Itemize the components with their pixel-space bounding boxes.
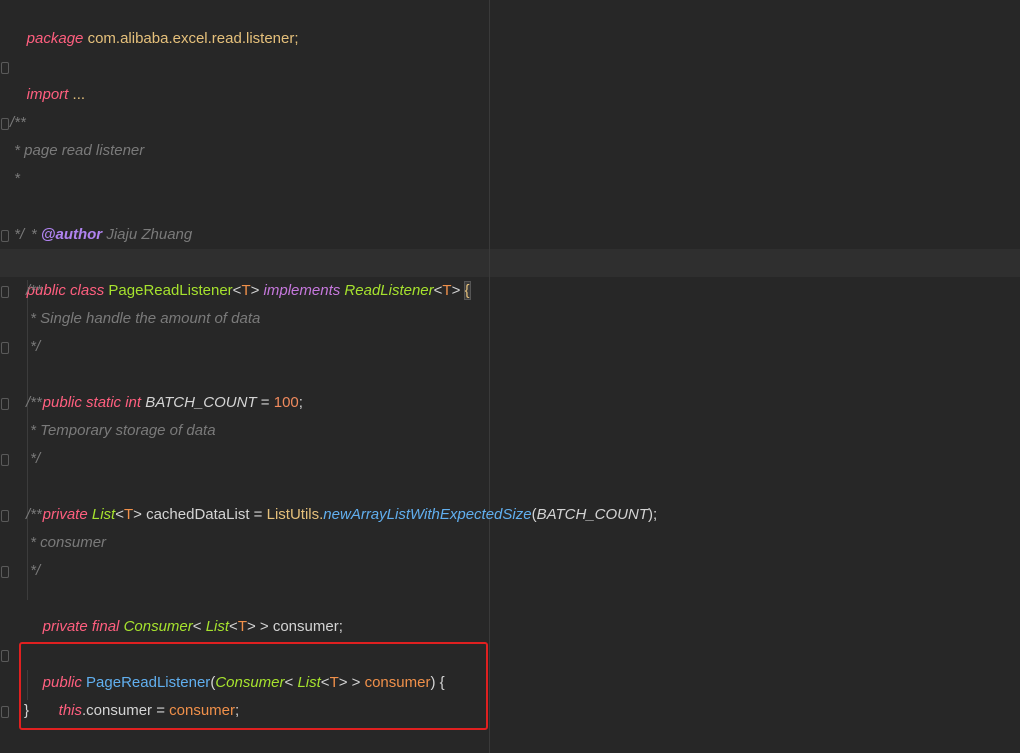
fold-marker-icon[interactable] bbox=[1, 118, 9, 130]
type-name: List bbox=[91, 506, 116, 523]
comment-line: */ bbox=[26, 450, 41, 467]
code-line-class-decl: public class PageReadListener<T> impleme… bbox=[10, 249, 471, 300]
type-param: T bbox=[237, 618, 247, 635]
comment-text: * bbox=[26, 226, 41, 243]
fold-marker-icon[interactable] bbox=[1, 286, 9, 298]
punct: = bbox=[249, 506, 267, 523]
fold-marker-icon[interactable] bbox=[1, 230, 9, 242]
fold-marker-icon[interactable] bbox=[1, 454, 9, 466]
fold-marker-icon[interactable] bbox=[1, 650, 9, 662]
punct: = bbox=[256, 394, 274, 411]
comment-line: /** bbox=[10, 114, 26, 131]
matched-brace: { bbox=[463, 281, 471, 300]
keyword: implements bbox=[263, 282, 341, 299]
punct: > bbox=[250, 282, 260, 299]
fold-marker-icon[interactable] bbox=[1, 398, 9, 410]
right-margin-guide bbox=[489, 0, 490, 753]
class-ref: ListUtils. bbox=[266, 506, 324, 523]
comment-text: Jiaju Zhuang bbox=[102, 226, 193, 243]
comment-line: /** bbox=[26, 394, 42, 411]
code-editor[interactable]: package com.alibaba.excel.read.listener;… bbox=[0, 0, 1020, 753]
class-name: PageReadListener bbox=[108, 282, 233, 299]
punct: ); bbox=[648, 506, 658, 523]
code-line-batch-count: public static int BATCH_COUNT = 100; bbox=[26, 361, 303, 411]
javadoc-tag: @author bbox=[40, 226, 103, 243]
type-param: T bbox=[241, 282, 251, 299]
comment-line: /** bbox=[26, 282, 42, 299]
keyword: public static int bbox=[42, 394, 142, 411]
comment-line: * consumer bbox=[26, 534, 107, 551]
comment-line: * bbox=[10, 170, 21, 187]
field-name: cachedDataList bbox=[146, 506, 250, 523]
fold-marker-icon[interactable] bbox=[1, 510, 9, 522]
keyword: private bbox=[42, 506, 88, 523]
keyword: package bbox=[26, 30, 84, 47]
keyword: class bbox=[70, 282, 105, 299]
punct: > > bbox=[246, 618, 273, 635]
package-name: com.alibaba.excel.read.listener; bbox=[87, 30, 299, 47]
fold-marker-icon[interactable] bbox=[1, 566, 9, 578]
fold-marker-icon[interactable] bbox=[1, 62, 9, 74]
comment-line: * Temporary storage of data bbox=[26, 422, 216, 439]
field-ref: BATCH_COUNT bbox=[536, 506, 648, 523]
punct: > bbox=[451, 282, 461, 299]
fold-marker-icon[interactable] bbox=[1, 706, 9, 718]
type-name: Consumer bbox=[123, 618, 193, 635]
number-literal: 100 bbox=[273, 394, 299, 411]
field-name: consumer; bbox=[272, 618, 343, 635]
keyword: private final bbox=[42, 618, 120, 635]
punct: > bbox=[133, 506, 147, 523]
comment-line: /** bbox=[26, 506, 42, 523]
punct: < bbox=[115, 506, 124, 523]
code-line-consumer-field: private final Consumer< List<T> > consum… bbox=[26, 585, 343, 635]
type-param: T bbox=[442, 282, 452, 299]
field-name: BATCH_COUNT bbox=[145, 394, 257, 411]
code-line-cached-list: private List<T> cachedDataList = ListUti… bbox=[26, 473, 658, 523]
type-param: T bbox=[123, 506, 134, 523]
type-name: List bbox=[205, 618, 230, 635]
annotation-highlight-box bbox=[19, 642, 488, 730]
punct: < bbox=[229, 618, 238, 635]
punct: < bbox=[192, 618, 206, 635]
comment-line: * page read listener bbox=[10, 142, 145, 159]
keyword: import bbox=[26, 86, 69, 103]
interface-name: ReadListener bbox=[344, 282, 434, 299]
code-line-package: package com.alibaba.excel.read.listener; bbox=[10, 0, 299, 47]
punct: ; bbox=[298, 394, 303, 411]
fold-marker-icon[interactable] bbox=[1, 342, 9, 354]
comment-line: */ bbox=[10, 226, 25, 243]
comment-line: */ bbox=[26, 562, 41, 579]
comment-line: * @author Jiaju Zhuang bbox=[10, 193, 192, 243]
method-call: newArrayListWithExpectedSize bbox=[323, 506, 532, 523]
code-line-import: import ... bbox=[10, 53, 85, 103]
comment-line: */ bbox=[26, 338, 41, 355]
comment-line: * Single handle the amount of data bbox=[26, 310, 261, 327]
import-collapsed[interactable]: ... bbox=[68, 86, 86, 103]
